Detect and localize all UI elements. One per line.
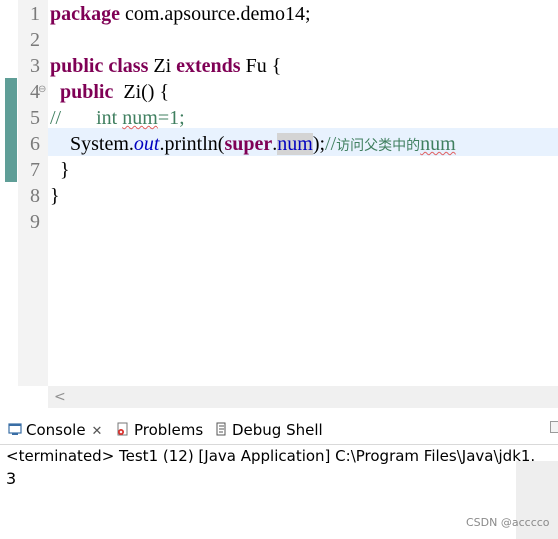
watermark: CSDN @acccco (466, 516, 550, 529)
comment-slashes: // (50, 107, 62, 129)
console-output-area[interactable]: <terminated> Test1 (12) [Java Applicatio… (0, 445, 535, 539)
tab-problems[interactable]: Problems (116, 416, 203, 444)
line-number: 1 (30, 3, 40, 25)
code-editor[interactable]: 1 2 3 4 5 6 7 8 9 ⊖ package com.apsource… (0, 0, 558, 386)
comment-text: 访问父类中的 (336, 138, 421, 154)
code-text: System. (70, 133, 134, 155)
code-text: Zi() { (113, 81, 170, 103)
code-line-5: // int num=1; (50, 105, 185, 131)
console-icon (8, 417, 22, 445)
line-number: 2 (30, 29, 40, 51)
tab-label: Problems (134, 421, 204, 439)
comment-code: num (122, 107, 158, 129)
panel-separator (0, 408, 558, 416)
code-line-4: public Zi() { (50, 79, 169, 105)
horizontal-scrollbar[interactable]: < (48, 386, 558, 408)
problems-icon (116, 417, 130, 445)
code-line-7: } (50, 157, 70, 183)
keyword: extends (176, 55, 241, 77)
tab-console[interactable]: Console ✕ (8, 416, 102, 444)
line-number: 4 (30, 81, 40, 103)
comment-code: int (96, 107, 118, 129)
line-number: 7 (30, 159, 40, 181)
close-icon[interactable]: ✕ (92, 424, 103, 439)
tab-debug-shell[interactable]: Debug Shell (216, 416, 323, 444)
line-number: 9 (30, 211, 40, 233)
comment-code: =1; (157, 107, 185, 129)
comment-slashes: // (325, 133, 337, 155)
field-occurrence: num (277, 133, 313, 155)
keyword: package (50, 3, 120, 25)
code-text: .println( (159, 133, 225, 155)
scroll-left-arrow[interactable]: < (54, 386, 66, 408)
static-field: out (133, 133, 160, 155)
change-marker (5, 130, 17, 182)
line-number: 5 (30, 107, 40, 129)
tab-label: Console (26, 421, 86, 439)
code-line-8: } (50, 183, 60, 209)
view-menu-icon[interactable] (550, 421, 558, 433)
keyword: super (224, 133, 273, 155)
code-text: } (50, 185, 60, 207)
code-text: Zi (148, 55, 177, 77)
line-number: 6 (30, 133, 40, 155)
tab-label: Debug Shell (232, 421, 323, 439)
code-text: } (60, 159, 70, 181)
console-status: <terminated> Test1 (12) [Java Applicatio… (6, 447, 536, 465)
view-tab-bar: Console ✕ Problems Debug Shell (0, 416, 558, 445)
keyword: public (60, 81, 114, 103)
code-line-1: package com.apsource.demo14; (50, 1, 311, 27)
fold-collapse-icon[interactable]: ⊖ (38, 84, 46, 95)
line-number: 3 (30, 55, 40, 77)
debug-shell-icon (216, 417, 228, 445)
code-text: com.apsource.demo14; (120, 3, 311, 25)
keyword: class (108, 55, 149, 77)
line-number: 8 (30, 185, 40, 207)
code-text: ); (312, 133, 326, 155)
code-line-6: System.out.println(super.num);//访问父类中的nu… (50, 131, 456, 159)
code-line-3: public class Zi extends Fu { (50, 53, 281, 79)
keyword: public (50, 55, 104, 77)
change-ruler (0, 0, 18, 386)
change-marker (5, 78, 17, 130)
code-text: Fu { (240, 55, 282, 77)
console-output: 3 (6, 469, 17, 488)
comment-text: num (420, 133, 456, 155)
